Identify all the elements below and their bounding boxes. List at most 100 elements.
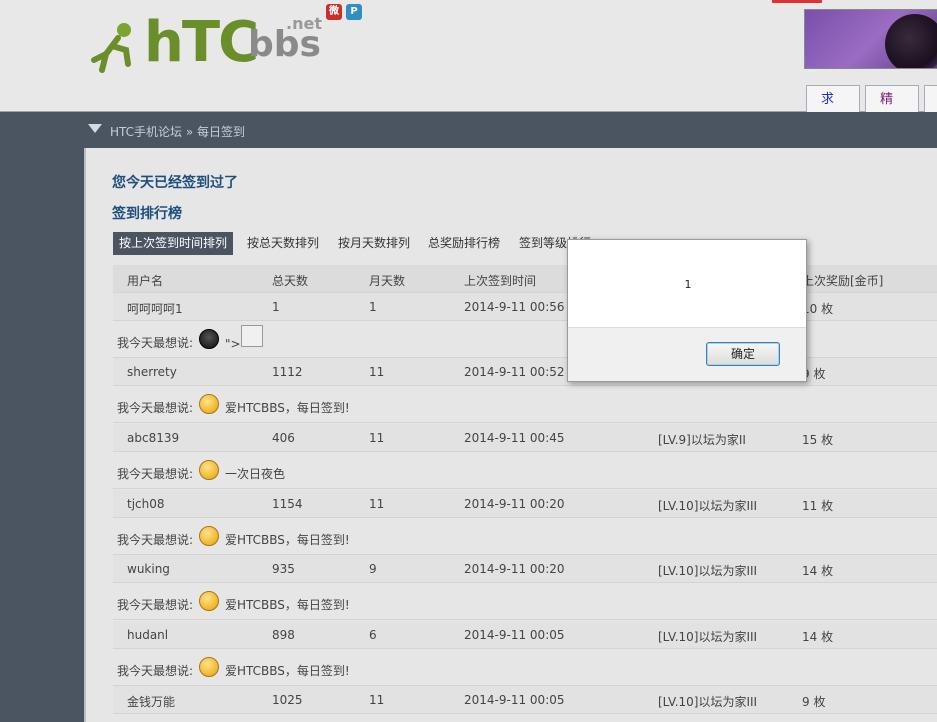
row-level: [LV.10]以坛为家III [658,564,758,578]
row-reward: 14 枚 [802,564,834,578]
checkin-status-title: 您今天已经签到过了 [112,175,238,191]
wink-emoji-icon [199,657,219,677]
say-row: 我今天最想说: 爱HTCBBS，每日签到! [113,649,937,686]
table-row: 呵呵呵呵1 1 1 2014-9-11 00:56 10 枚 [113,293,937,321]
row-level: [LV.10]以坛为家III [658,499,758,513]
logo-net-text: .net [286,14,322,33]
kiss-emoji-icon [199,591,219,611]
row-reward: 15 枚 [802,433,834,447]
row-reward: 14 枚 [802,630,834,644]
kiss-emoji-icon [199,394,219,414]
say-row: 我今天最想说: 爱HTCBBS，每日签到! [113,583,937,620]
row-time: 2014-9-11 00:56 [464,300,565,314]
say-text: 爱HTCBBS，每日签到! [225,598,350,612]
row-user[interactable]: hudanl [127,628,168,642]
row-total: 898 [272,628,295,642]
row-user[interactable]: wuking [127,562,170,576]
nav-tab-help[interactable]: 求助 [806,85,860,135]
col-header-reward[interactable]: 上次奖励[金币] [802,272,883,289]
row-time: 2014-9-11 00:05 [464,693,565,707]
weibo-icon[interactable]: 微 [326,4,342,20]
top-ad-strip [772,0,822,3]
row-user[interactable]: tjch08 [127,497,165,511]
table-row: abc8139 406 11 2014-9-11 00:45 [LV.9]以坛为… [113,424,937,452]
say-label: 我今天最想说: [117,533,194,547]
banner-image [885,14,937,68]
row-month: 6 [369,628,377,642]
breadcrumb-bar: HTC手机论坛 » 每日签到 [0,112,937,148]
say-row: 我今天最想说: 爱HTCBBS，每日签到! [113,518,937,555]
row-time: 2014-9-11 00:20 [464,497,565,511]
row-month: 11 [369,497,385,511]
say-label: 我今天最想说: [117,598,194,612]
say-text: 爱HTCBBS，每日签到! [225,401,350,415]
col-header-month[interactable]: 月天数 [369,272,405,289]
col-header-user[interactable]: 用户名 [127,272,163,289]
row-user[interactable]: 金钱万能 [127,693,175,710]
ok-button[interactable]: 确定 [706,342,780,366]
say-row: 我今天最想说: 爱HTCBBS，每日签到! [113,386,937,423]
say-label: 我今天最想说: [117,467,194,481]
table-row: tjch08 1154 11 2014-9-11 00:20 [LV.10]以坛… [113,490,937,518]
alert-dialog: 1 确定 [567,239,807,382]
row-reward: 11 枚 [802,499,834,513]
logo-mascot-icon [91,23,131,73]
say-label: 我今天最想说: [117,336,194,350]
say-row: 我今天最想说: 一次日夜色 [113,452,937,489]
say-text: 一次日夜色 [225,467,286,481]
say-label: 我今天最想说: [117,664,194,678]
row-total: 935 [272,562,295,576]
say-row: 我今天最想说: "> [113,321,937,358]
sort-tab-total-reward[interactable]: 总奖励排行榜 [428,232,500,255]
breadcrumb-arrow-icon[interactable] [88,124,102,133]
ranking-title: 签到排行榜 [112,206,182,222]
main-content: 您今天已经签到过了 签到排行榜 按上次签到时间排列 按总天数排列 按月天数排列 … [84,148,937,722]
row-month: 1 [369,300,377,314]
broken-image-icon [241,325,263,347]
row-user[interactable]: abc8139 [127,431,179,445]
alert-footer: 确定 [568,327,806,381]
say-text: "> [225,337,241,351]
table-row: hudanl 898 6 2014-9-11 00:05 [LV.10]以坛为家… [113,621,937,649]
row-level: [LV.10]以坛为家III [658,695,758,709]
logo-htc-text: hTC [144,10,259,75]
row-level: [LV.10]以坛为家III [658,630,758,644]
nav-tab-best[interactable]: 精华 [865,85,919,135]
breadcrumb[interactable]: HTC手机论坛 » 每日签到 [110,123,245,140]
row-user[interactable]: sherrety [127,365,177,379]
say-label: 我今天最想说: [117,401,194,415]
sort-tab-last-time[interactable]: 按上次签到时间排列 [113,232,234,255]
nav-tab-more[interactable] [924,85,937,113]
row-reward: 9 枚 [802,695,826,709]
row-month: 11 [369,365,385,379]
row-total: 1154 [272,497,303,511]
owl-emoji-icon [199,329,219,349]
row-total: 1 [272,300,280,314]
say-text: 爱HTCBBS，每日签到! [225,533,350,547]
site-logo[interactable]: hTC bbs .net [88,10,328,75]
row-time: 2014-9-11 00:05 [464,628,565,642]
row-month: 11 [369,431,385,445]
alert-message: 1 [684,278,692,291]
row-total: 1112 [272,365,303,379]
say-text: 爱HTCBBS，每日签到! [225,664,350,678]
row-month: 11 [369,693,385,707]
row-level: [LV.9]以坛为家II [658,433,746,447]
row-total: 1025 [272,693,303,707]
pinterest-icon[interactable]: P [346,4,362,20]
row-month: 9 [369,562,377,576]
site-header: hTC bbs .net 微 P 求助 精华 [0,0,937,135]
sort-tab-month-days[interactable]: 按月天数排列 [338,232,410,255]
smile-emoji-icon [199,526,219,546]
row-time: 2014-9-11 00:20 [464,562,565,576]
table-row: 金钱万能 1025 11 2014-9-11 00:05 [LV.10]以坛为家… [113,686,937,714]
col-header-total[interactable]: 总天数 [272,272,308,289]
row-time: 2014-9-11 00:45 [464,431,565,445]
col-header-time[interactable]: 上次签到时间 [464,272,536,289]
row-time: 2014-9-11 00:52 [464,365,565,379]
sort-tab-total-days[interactable]: 按总天数排列 [247,232,319,255]
table-header-row: 用户名 总天数 月天数 上次签到时间 上次奖励[金币] [113,265,937,293]
row-total: 406 [272,431,295,445]
ad-banner[interactable] [804,9,937,69]
row-user[interactable]: 呵呵呵呵1 [127,300,183,317]
